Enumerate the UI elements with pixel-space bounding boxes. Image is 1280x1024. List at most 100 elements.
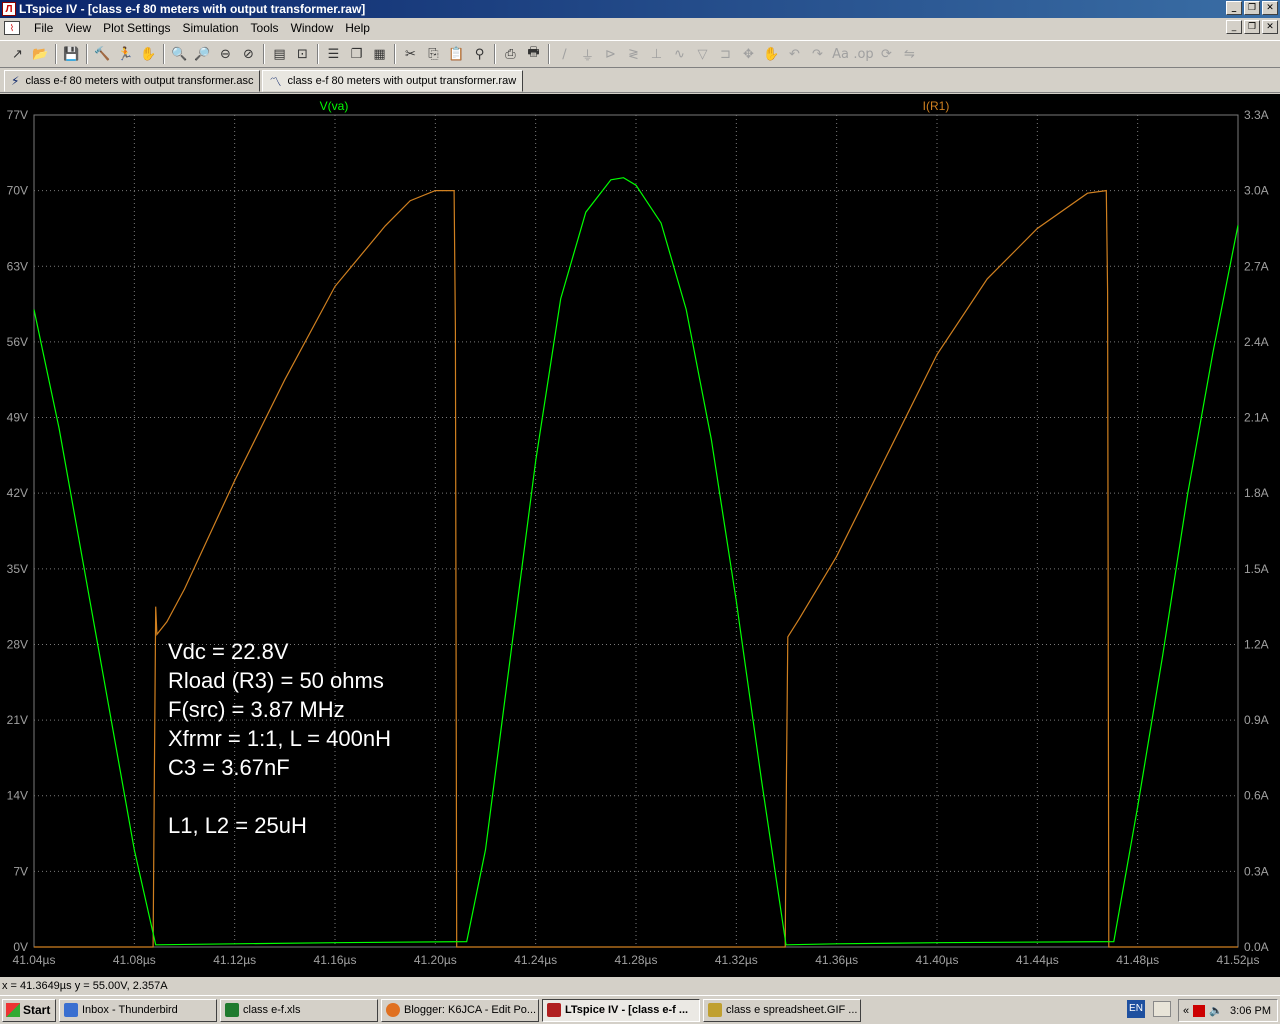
control-panel-icon[interactable]: 🔨 bbox=[91, 43, 114, 65]
mirror-icon[interactable]: ⇋ bbox=[898, 43, 921, 65]
cursor-readout: x = 41.3649µs y = 55.00V, 2.357A bbox=[2, 980, 168, 992]
rotate-icon[interactable]: ⟳ bbox=[875, 43, 898, 65]
move-icon[interactable]: ✥ bbox=[737, 43, 760, 65]
ltspice-icon bbox=[547, 1003, 561, 1017]
task-button-label: class e-f.xls bbox=[243, 1004, 301, 1016]
run-icon[interactable]: 🏃 bbox=[114, 43, 137, 65]
waveform-chart[interactable]: 41.04µs 41.08µs 41.12µs 41.16µs 41.20µs 41.24… bbox=[0, 94, 1280, 977]
undo-icon[interactable]: ↶ bbox=[783, 43, 806, 65]
task-button-ltspice[interactable]: LTspice IV - [class e-f ... bbox=[542, 998, 700, 1022]
x-tick-label: 41.08µs bbox=[113, 953, 156, 967]
component-icon[interactable]: ⊐ bbox=[714, 43, 737, 65]
new-schematic-icon[interactable]: ↗ bbox=[6, 43, 29, 65]
mdi-close-button[interactable]: ✕ bbox=[1262, 20, 1278, 34]
menu-window[interactable]: Window bbox=[285, 21, 340, 35]
x-tick-label: 41.16µs bbox=[314, 953, 357, 967]
task-button-thunderbird[interactable]: Inbox - Thunderbird bbox=[59, 998, 217, 1022]
desktop-toolbar-icon[interactable] bbox=[1153, 1001, 1171, 1017]
x-tick-label: 41.52µs bbox=[1217, 953, 1260, 967]
cascade-icon[interactable]: ❐ bbox=[345, 43, 368, 65]
autorange-icon[interactable]: ▤ bbox=[268, 43, 291, 65]
right-tick-label: 1.8A bbox=[1244, 486, 1269, 500]
wire-icon[interactable]: ∕ bbox=[553, 43, 576, 65]
thunderbird-icon bbox=[64, 1003, 78, 1017]
tab-waveform-label: class e-f 80 meters with output transfor… bbox=[287, 75, 517, 87]
trace-label-current: I(R1) bbox=[923, 99, 950, 113]
print-icon[interactable]: 🖶 bbox=[522, 43, 545, 65]
toolbar-separator bbox=[548, 44, 550, 64]
fit-icon[interactable]: ⊡ bbox=[291, 43, 314, 65]
annotation-line: C3 = 3.67nF bbox=[168, 755, 290, 780]
minimize-button[interactable]: _ bbox=[1226, 1, 1242, 15]
resistor-icon[interactable]: ≷ bbox=[622, 43, 645, 65]
zoom-in-icon[interactable]: 🔍 bbox=[168, 43, 191, 65]
plot-annotation: Vdc = 22.8V Rload (R3) = 50 ohms F(src) … bbox=[168, 637, 391, 840]
waveform-window-icon[interactable]: ⌇ bbox=[4, 21, 20, 35]
capacitor-icon[interactable]: ⊥ bbox=[645, 43, 668, 65]
ground-icon[interactable]: ⏚ bbox=[576, 43, 599, 65]
acrobat-tray-icon[interactable] bbox=[1193, 1004, 1206, 1017]
menu-tools[interactable]: Tools bbox=[245, 21, 285, 35]
diode-icon[interactable]: ▽ bbox=[691, 43, 714, 65]
find-icon[interactable]: ⚲ bbox=[468, 43, 491, 65]
paste-icon[interactable]: 📋 bbox=[445, 43, 468, 65]
task-button-paint[interactable]: class e spreadsheet.GIF ... bbox=[703, 998, 861, 1022]
left-tick-label: 56V bbox=[7, 335, 28, 349]
drag-icon[interactable]: ✋ bbox=[760, 43, 783, 65]
window-title: LTspice IV - [class e-f 80 meters with o… bbox=[19, 2, 366, 16]
waveform-plot-pane[interactable]: 41.04µs 41.08µs 41.12µs 41.16µs 41.20µs 41.24… bbox=[0, 94, 1280, 977]
menu-file[interactable]: File bbox=[28, 21, 59, 35]
label-icon[interactable]: ⊳ bbox=[599, 43, 622, 65]
text-icon[interactable]: Aa bbox=[829, 43, 852, 65]
task-button-firefox[interactable]: Blogger: K6JCA - Edit Po... bbox=[381, 998, 539, 1022]
toolbar-separator bbox=[394, 44, 396, 64]
tile-vertical-icon[interactable]: ▦ bbox=[368, 43, 391, 65]
left-tick-label: 14V bbox=[7, 789, 28, 803]
mdi-restore-button[interactable]: ❐ bbox=[1244, 20, 1260, 34]
mdi-minimize-button[interactable]: _ bbox=[1226, 20, 1242, 34]
firefox-icon bbox=[386, 1003, 400, 1017]
x-tick-label: 41.44µs bbox=[1016, 953, 1059, 967]
copy-icon[interactable]: ⎘ bbox=[422, 43, 445, 65]
menu-plot-settings[interactable]: Plot Settings bbox=[97, 21, 176, 35]
left-tick-label: 35V bbox=[7, 562, 28, 576]
left-tick-label: 63V bbox=[7, 259, 28, 273]
zoom-out-icon[interactable]: ⊖ bbox=[214, 43, 237, 65]
tray-expand-icon[interactable]: « bbox=[1183, 1005, 1189, 1017]
zoom-cancel-icon[interactable]: ⊘ bbox=[237, 43, 260, 65]
save-icon[interactable]: 💾 bbox=[60, 43, 83, 65]
zoom-area-icon[interactable]: 🔎 bbox=[191, 43, 214, 65]
annotation-line: L1, L2 = 25uH bbox=[168, 813, 307, 838]
volume-tray-icon[interactable]: 🔈 bbox=[1209, 1004, 1223, 1017]
close-button[interactable]: ✕ bbox=[1262, 1, 1278, 15]
tile-horizontal-icon[interactable]: ☰ bbox=[322, 43, 345, 65]
right-tick-label: 2.7A bbox=[1244, 259, 1269, 273]
menu-help[interactable]: Help bbox=[339, 21, 376, 35]
left-tick-label: 21V bbox=[7, 713, 28, 727]
schematic-icon: ⚡ bbox=[11, 74, 20, 88]
menu-simulation[interactable]: Simulation bbox=[177, 21, 245, 35]
restore-button[interactable]: ❐ bbox=[1244, 1, 1260, 15]
toolbar-separator bbox=[494, 44, 496, 64]
cut-icon[interactable]: ✂ bbox=[399, 43, 422, 65]
task-button-list: Inbox - Thunderbird class e-f.xls Blogge… bbox=[56, 998, 861, 1022]
menu-view[interactable]: View bbox=[59, 21, 97, 35]
tab-waveform[interactable]: 〽 class e-f 80 meters with output transf… bbox=[262, 70, 524, 92]
spice-directive-icon[interactable]: .op bbox=[852, 43, 875, 65]
right-tick-label: 1.5A bbox=[1244, 562, 1269, 576]
start-button[interactable]: Start bbox=[2, 998, 56, 1022]
x-tick-label: 41.04µs bbox=[13, 953, 56, 967]
start-label: Start bbox=[23, 1003, 51, 1017]
print-preview-icon[interactable]: ⎙ bbox=[499, 43, 522, 65]
open-icon[interactable]: 📂 bbox=[29, 43, 52, 65]
task-button-excel[interactable]: class e-f.xls bbox=[220, 998, 378, 1022]
inductor-icon[interactable]: ∿ bbox=[668, 43, 691, 65]
tab-schematic[interactable]: ⚡ class e-f 80 meters with output transf… bbox=[4, 70, 261, 92]
system-tray: « 🔈 3:06 PM bbox=[1178, 999, 1278, 1022]
status-bar: x = 41.3649µs y = 55.00V, 2.357A bbox=[0, 978, 1280, 995]
halt-icon[interactable]: ✋ bbox=[137, 43, 160, 65]
redo-icon[interactable]: ↷ bbox=[806, 43, 829, 65]
title-bar: Л LTspice IV - [class e-f 80 meters with… bbox=[0, 0, 1280, 18]
language-indicator[interactable]: EN bbox=[1127, 1000, 1145, 1018]
excel-icon bbox=[225, 1003, 239, 1017]
